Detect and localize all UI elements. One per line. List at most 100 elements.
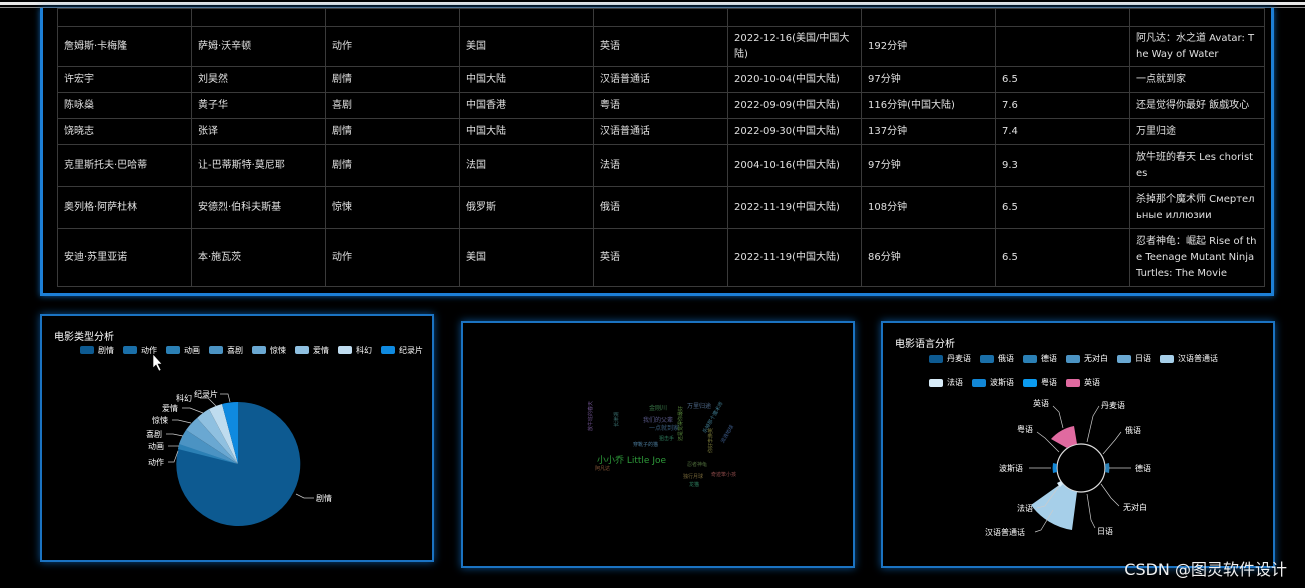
pie-label-scifi: 科幻	[176, 393, 192, 403]
title-wordcloud: 小小乔 Little Joe 金刚川 万里归途 一点就到家 还是觉得你最好 放牛班的春天杀…	[463, 323, 853, 566]
table-cell: 汉语普通话	[593, 66, 728, 93]
table-cell: 陈咏燊	[57, 92, 192, 119]
table-cell: 奥列格·阿萨杜林	[57, 186, 192, 229]
pie-label-documentary: 纪录片	[194, 389, 218, 399]
table-cell: 6.5	[995, 186, 1130, 229]
wordcloud-word[interactable]: 流浪地球	[719, 424, 735, 444]
table-cell: 忍者神龟：崛起 Rise of the Teenage Mutant Ninja…	[1129, 228, 1265, 287]
wordcloud-word[interactable]: 狙击手	[659, 435, 674, 442]
table-cell: 詹姆斯·卡梅隆	[57, 26, 192, 67]
wordcloud-word[interactable]: 阿凡达	[595, 465, 610, 472]
table-cell: 粤语	[593, 92, 728, 119]
table-cell	[191, 8, 326, 27]
table-cell: 中国大陆	[459, 118, 594, 145]
polar-bar-persian[interactable]	[1052, 463, 1057, 473]
table-cell: 7.4	[995, 118, 1130, 145]
table-cell: 2020-10-04(中国大陆)	[727, 66, 862, 93]
table-cell: 阿凡达：水之道 Avatar: The Way of Water	[1129, 26, 1265, 67]
language-polar-chart: 丹麦语 俄语 德语 无对白 日语 汉语普通话 法语 波斯语 粤语 英语	[985, 398, 1151, 537]
wordcloud-word[interactable]: 奇迹笨小孩	[711, 471, 736, 478]
table-cell	[995, 26, 1130, 67]
table-cell: 萨姆·沃辛顿	[191, 26, 326, 67]
table-cell: 惊悚	[325, 186, 460, 229]
wordcloud-word[interactable]: 金刚川	[649, 403, 667, 412]
polar-bar-mandarin[interactable]	[1031, 483, 1077, 530]
table-cell	[1129, 8, 1265, 27]
polar-inner-ring	[1056, 443, 1106, 493]
table-cell: 让-巴蒂斯特·莫尼耶	[191, 144, 326, 187]
table-cell: 美国	[459, 228, 594, 287]
wordcloud-word[interactable]: 独行月球	[683, 473, 703, 480]
wordcloud-word[interactable]: 还是觉得你最好	[677, 406, 684, 441]
polar-bar-english[interactable]	[1051, 426, 1077, 448]
wordcloud-word[interactable]: 你好李焕英	[707, 428, 714, 453]
table-cell: 一点就到家	[1129, 66, 1265, 93]
table-row[interactable]	[57, 8, 1265, 27]
wordcloud-word[interactable]: 长津湖	[613, 412, 620, 427]
table-cell: 俄罗斯	[459, 186, 594, 229]
table-row[interactable]: 克里斯托夫·巴哈蒂 让-巴蒂斯特·莫尼耶 剧情 法国 法语 2004-10-16(中国大陆…	[57, 144, 1265, 187]
wordcloud-word[interactable]: 龙猫	[689, 481, 699, 488]
table-cell: 放牛班的春天 Les choristes	[1129, 144, 1265, 187]
table-cell: 2004-10-16(中国大陆)	[727, 144, 862, 187]
table-cell: 动作	[325, 26, 460, 67]
polar-label-cantonese: 粤语	[1017, 424, 1033, 434]
table-cell: 6.5	[995, 228, 1130, 287]
table-cell: 法国	[459, 144, 594, 187]
table-cell: 黄子华	[191, 92, 326, 119]
table-cell: 汉语普通话	[593, 118, 728, 145]
pie-label-action: 动作	[148, 457, 164, 467]
movie-table-wrapper[interactable]: 詹姆斯·卡梅隆 萨姆·沃辛顿 动作 美国 英语 2022-12-16(美国/中国大陆) 19…	[57, 8, 1265, 288]
table-row[interactable]: 安迪·苏里亚诺 本·施瓦茨 动作 美国 英语 2022-11-19(中国大陆) 86分钟 6.…	[57, 228, 1265, 287]
table-cell: 张译	[191, 118, 326, 145]
csdn-watermark: CSDN @图灵软件设计	[1124, 560, 1287, 579]
table-row[interactable]: 陈咏燊 黄子华 喜剧 中国香港 粤语 2022-09-09(中国大陆) 116分钟(中国大陆…	[57, 92, 1265, 119]
table-cell: 2022-09-30(中国大陆)	[727, 118, 862, 145]
polar-label-russian: 俄语	[1125, 425, 1141, 435]
table-row[interactable]: 许宏宇 刘昊然 剧情 中国大陆 汉语普通话 2020-10-04(中国大陆) 97分钟 6.5…	[57, 66, 1265, 93]
wordcloud-word[interactable]: 忍者神龟	[687, 461, 707, 468]
wordcloud-panel: 小小乔 Little Joe 金刚川 万里归途 一点就到家 还是觉得你最好 放牛班的春天杀…	[461, 321, 855, 568]
table-row[interactable]: 詹姆斯·卡梅隆 萨姆·沃辛顿 动作 美国 英语 2022-12-16(美国/中国大陆) 19…	[57, 26, 1265, 67]
polar-label-silent: 无对白	[1123, 502, 1147, 512]
table-cell: 192分钟	[861, 26, 996, 67]
polar-label-english: 英语	[1033, 398, 1049, 408]
table-cell: 6.5	[995, 66, 1130, 93]
table-cell: 刘昊然	[191, 66, 326, 93]
polar-label-persian: 波斯语	[999, 463, 1023, 473]
table-cell: 喜剧	[325, 92, 460, 119]
table-cell: 安德烈·伯科夫斯基	[191, 186, 326, 229]
pie-label-drama: 剧情	[316, 493, 332, 503]
movie-table-panel: 詹姆斯·卡梅隆 萨姆·沃辛顿 动作 美国 英语 2022-12-16(美国/中国大陆) 19…	[40, 8, 1274, 296]
table-cell: 剧情	[325, 66, 460, 93]
polar-label-german: 德语	[1135, 463, 1151, 473]
polar-label-mandarin: 汉语普通话	[985, 527, 1025, 537]
table-cell: 杀掉那个魔术师 Смертельные иллюзии	[1129, 186, 1265, 229]
wordcloud-word[interactable]: 一点就到家	[649, 423, 679, 432]
table-cell: 剧情	[325, 144, 460, 187]
polar-label-danish: 丹麦语	[1101, 400, 1125, 410]
genre-pie-chart: 剧情 纪录片 科幻 爱情 惊悚 喜剧 动画 动作	[146, 353, 332, 526]
table-cell: 116分钟(中国大陆)	[861, 92, 996, 119]
table-cell: 万里归途	[1129, 118, 1265, 145]
table-cell	[57, 8, 192, 27]
wordcloud-word[interactable]: 我们的父辈	[643, 415, 673, 424]
table-cell: 2022-11-19(中国大陆)	[727, 186, 862, 229]
table-row[interactable]: 奥列格·阿萨杜林 安德烈·伯科夫斯基 惊悚 俄罗斯 俄语 2022-11-19(中国大陆)…	[57, 186, 1265, 229]
pie-label-thriller: 惊悚	[152, 415, 168, 425]
table-cell: 中国香港	[459, 92, 594, 119]
table-cell	[727, 8, 862, 27]
wordcloud-word[interactable]: 万里归途	[687, 401, 711, 410]
table-cell: 7.6	[995, 92, 1130, 119]
table-cell: 9.3	[995, 144, 1130, 187]
pie-label-animation: 动画	[148, 441, 164, 451]
wordcloud-word[interactable]: 穿靴子的猫	[633, 441, 658, 448]
pie-label-comedy: 喜剧	[146, 429, 162, 439]
table-cell: 英语	[593, 228, 728, 287]
table-cell: 还是觉得你最好 飯戲攻心	[1129, 92, 1265, 119]
mouse-cursor-icon	[152, 353, 163, 372]
table-row[interactable]: 饶晓志 张译 剧情 中国大陆 汉语普通话 2022-09-30(中国大陆) 137分钟 7.4…	[57, 118, 1265, 145]
wordcloud-word[interactable]: 放牛班的春天	[587, 401, 594, 431]
table-cell: 97分钟	[861, 66, 996, 93]
polar-bar-german[interactable]	[1105, 463, 1110, 473]
